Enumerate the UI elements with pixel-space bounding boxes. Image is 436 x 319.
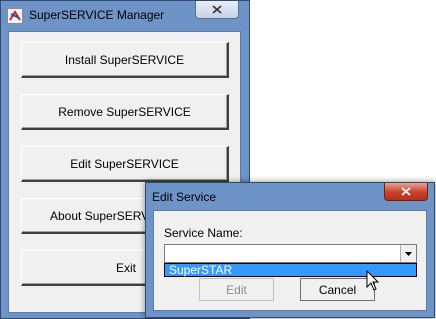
- chevron-down-icon: [405, 251, 412, 256]
- dialog-title: Edit Service: [152, 190, 217, 204]
- remove-button[interactable]: Remove SuperSERVICE: [21, 94, 229, 130]
- dialog-close-button[interactable]: [384, 183, 428, 201]
- cancel-button[interactable]: Cancel: [300, 278, 375, 301]
- service-name-label: Service Name:: [164, 226, 243, 240]
- combo-dropdown-button[interactable]: [400, 245, 416, 262]
- window-title: SuperSERVICE Manager: [29, 8, 165, 22]
- dialog-client-area: Service Name: SuperSTAR Edit Cancel: [153, 210, 427, 311]
- title-bar[interactable]: SuperSERVICE Manager: [1, 1, 249, 31]
- mouse-cursor-icon: [366, 270, 380, 291]
- install-button[interactable]: Install SuperSERVICE: [21, 42, 229, 78]
- app-icon[interactable]: [7, 8, 23, 24]
- close-button[interactable]: [195, 1, 239, 19]
- edit-service-dialog: Edit Service Service Name: SuperSTAR Edi…: [145, 182, 435, 318]
- service-name-combobox[interactable]: [164, 244, 417, 263]
- edit-dialog-button[interactable]: Edit: [199, 278, 274, 301]
- close-icon: [212, 5, 222, 14]
- edit-button[interactable]: Edit SuperSERVICE: [21, 146, 229, 182]
- close-icon: [401, 187, 411, 196]
